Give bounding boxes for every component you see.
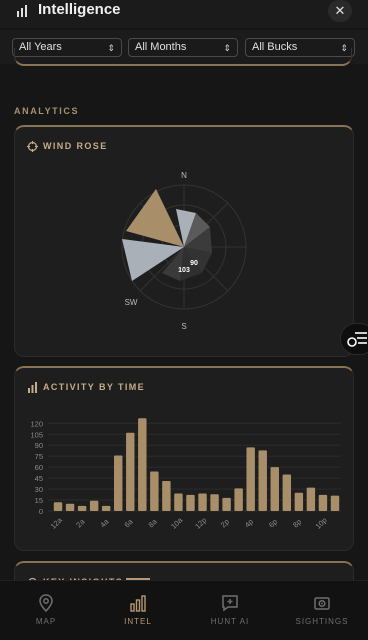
x-tick-label: 10p: [314, 516, 329, 531]
activity-bar: [270, 467, 279, 511]
y-tick-label: 30: [35, 485, 43, 494]
chat-plus-icon: [222, 595, 238, 612]
close-button[interactable]: ✕: [328, 0, 352, 22]
north-label: N: [181, 171, 187, 180]
activity-bar: [89, 500, 99, 511]
nav-item-intel[interactable]: INTEL: [92, 581, 184, 640]
activity-bar: [77, 505, 87, 511]
map-pin-icon: [39, 594, 53, 613]
activity-bar: [234, 488, 243, 511]
y-tick-label: 60: [35, 463, 43, 472]
activity-bar-chart: 0 15 30 45 60 75 90 105 120 12a 2a 4a 6a 8a 10a 12p 2p 4p…: [30, 418, 341, 531]
wind-sector-nnw: [126, 189, 184, 247]
x-tick-label: 4p: [243, 517, 255, 529]
nav-item-hunt-ai[interactable]: HUNT AI: [184, 581, 276, 640]
activity-bar: [114, 455, 123, 511]
x-tick-label: 8a: [146, 517, 159, 530]
activity-bar: [306, 487, 316, 511]
activity-bar: [53, 502, 63, 511]
activity-bar: [258, 450, 267, 511]
nav-item-sightings[interactable]: SIGHTINGS: [276, 581, 368, 640]
activity-bar: [222, 497, 231, 511]
activity-bar: [150, 471, 159, 511]
bar-chart-icon: [130, 595, 146, 612]
x-tick-label: 12p: [193, 516, 208, 531]
y-tick-label: 0: [39, 507, 43, 516]
wind-rose-card: WIND ROSE N SW S 90 103: [14, 125, 354, 357]
x-tick-label: 8p: [291, 517, 303, 529]
previous-card-edge: [14, 48, 352, 66]
y-tick-label: 90: [35, 441, 43, 450]
y-tick-label: 15: [35, 496, 43, 505]
y-tick-label: 45: [35, 474, 43, 483]
activity-bar: [198, 493, 207, 511]
y-tick-label: 75: [35, 452, 43, 461]
close-icon: ✕: [334, 3, 346, 18]
bottom-navigation: MAP INTEL HUNT AI SIGHTINGS: [0, 580, 368, 640]
activity-bar: [318, 494, 328, 511]
app-header: Intelligence ✕: [0, 0, 368, 28]
activity-bar: [210, 494, 219, 511]
x-tick-label: 6p: [267, 517, 279, 529]
activity-bar: [162, 481, 171, 511]
southwest-label: SW: [125, 298, 138, 307]
y-tick-label: 105: [30, 430, 43, 439]
activity-by-time-card: ACTIVITY BY TIME 0 15 30 45 60 75 90 105 120 12a 2…: [14, 366, 354, 551]
x-tick-label: 10a: [169, 515, 185, 531]
y-tick-label: 120: [30, 419, 43, 428]
nav-item-map[interactable]: MAP: [0, 581, 92, 640]
x-tick-label: 4a: [98, 517, 111, 530]
camera-icon: [314, 597, 330, 610]
south-label: S: [181, 322, 186, 331]
activity-bar: [246, 447, 255, 511]
bar-chart-icon: [17, 5, 27, 17]
activity-bar: [126, 432, 135, 511]
wind-rose-chart: N SW S 90 103: [121, 171, 247, 331]
x-tick-label: 2p: [219, 517, 231, 529]
x-tick-label: 2a: [74, 517, 87, 530]
x-tick-label: 6a: [122, 517, 135, 530]
activity-bar: [65, 503, 75, 511]
activity-bar: [101, 505, 111, 511]
activity-bar: [138, 418, 147, 511]
filter-list-icon: [347, 332, 367, 347]
active-tab-indicator: [126, 578, 150, 580]
activity-bar: [186, 494, 195, 511]
activity-bar: [294, 492, 304, 511]
filter-fab-button[interactable]: [340, 323, 368, 355]
activity-bar: [282, 474, 292, 511]
activity-bar: [330, 495, 340, 511]
sector-value-label: 90: [190, 260, 198, 267]
section-heading: ANALYTICS: [14, 106, 80, 116]
activity-bar: [174, 493, 183, 511]
page-title: Intelligence: [38, 1, 121, 18]
sector-value-label: 103: [178, 267, 190, 274]
x-tick-label: 12a: [49, 515, 65, 531]
